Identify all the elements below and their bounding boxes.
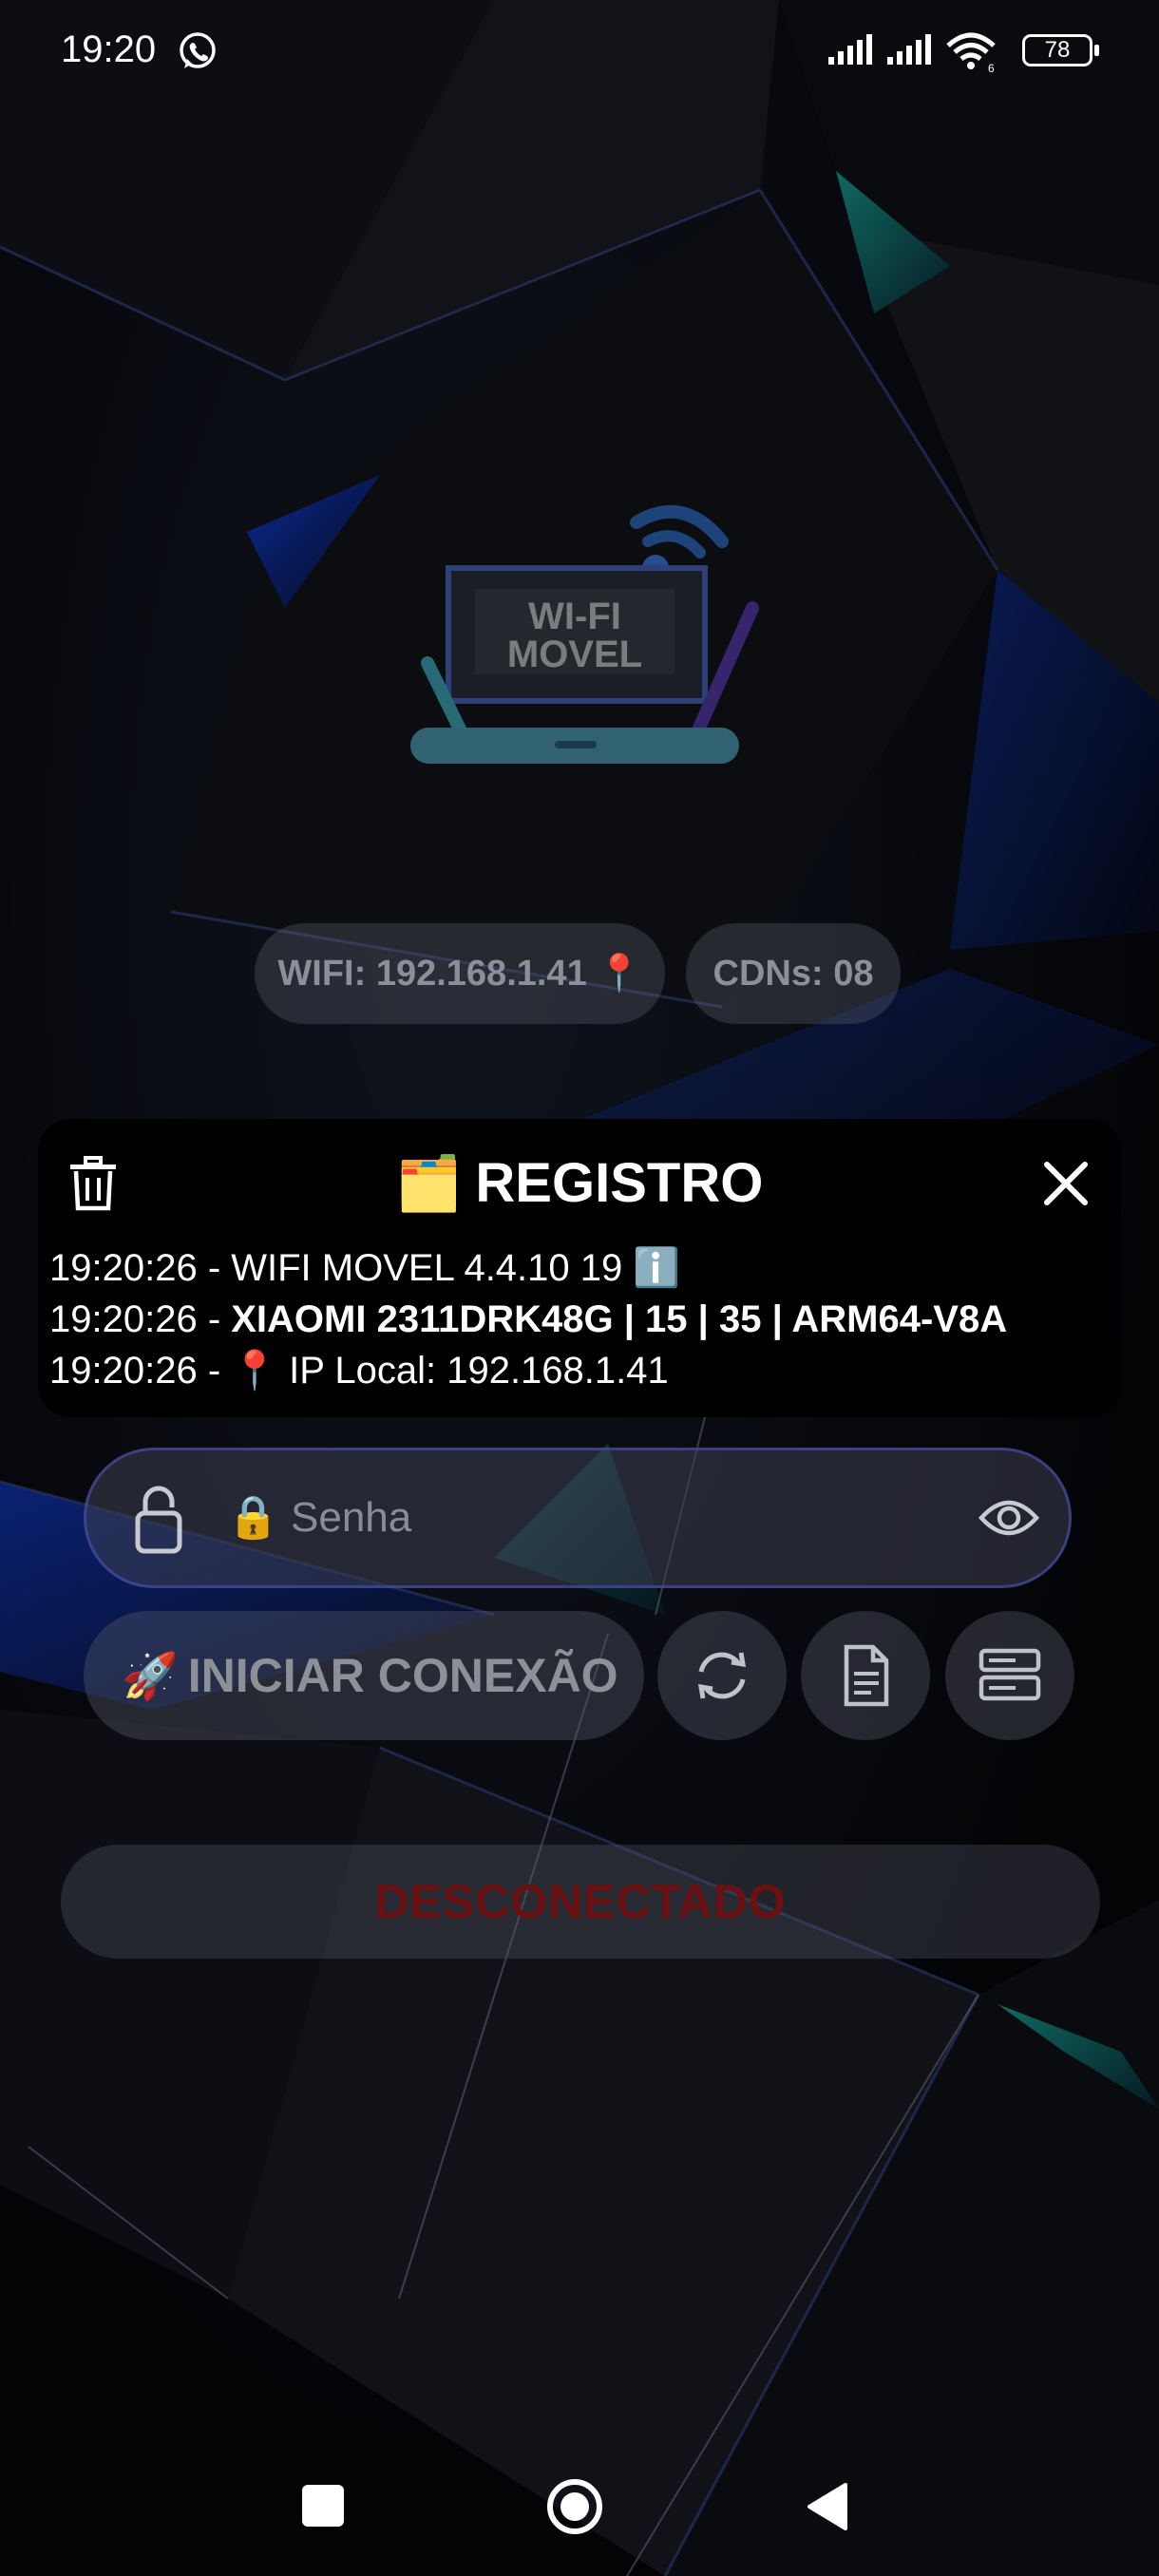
log-list: 19:20:26 - WIFI MOVEL 4.4.10 19 ℹ️ 19:20…	[49, 1242, 1007, 1396]
logo-line2: MOVEL	[507, 634, 642, 675]
password-field[interactable]: 🔒 Senha	[84, 1448, 1072, 1588]
back-button[interactable]	[804, 2481, 849, 2532]
logo-line1: WI-FI	[528, 596, 621, 637]
log-entry: 19:20:26 - 📍 IP Local: 192.168.1.41	[49, 1345, 1007, 1396]
svg-text:6: 6	[988, 62, 995, 74]
connection-status-bar: DESCONECTADO	[61, 1845, 1100, 1959]
start-connection-label: INICIAR CONEXÃO	[187, 1649, 618, 1702]
log-time: 19:20:26 -	[49, 1247, 232, 1289]
rocket-icon: 🚀	[122, 1652, 179, 1702]
signal-icon	[887, 34, 931, 65]
dialog-header: 🗂️ REGISTRO	[38, 1138, 1121, 1229]
signal-icon	[828, 34, 872, 65]
document-icon	[844, 1644, 889, 1707]
wifi-movel-logo: WI-FI MOVEL	[410, 504, 759, 764]
password-placeholder: 🔒 Senha	[227, 1494, 412, 1541]
trash-icon[interactable]	[66, 1155, 120, 1212]
log-time: 19:20:26 -	[49, 1350, 232, 1392]
log-time: 19:20:26 -	[49, 1298, 232, 1340]
navigation-bar	[0, 2451, 1159, 2576]
register-dialog: 🗂️ REGISTRO 19:20:26 - WIFI MOVEL 4.4.10 …	[38, 1119, 1121, 1417]
recents-button[interactable]	[302, 2485, 344, 2527]
cdns-chip[interactable]: CDNs: 08	[686, 923, 901, 1024]
dialog-title: 🗂️ REGISTRO	[38, 1138, 1121, 1229]
lock-icon	[135, 1486, 182, 1554]
log-text: WIFI MOVEL 4.4.10 19 ℹ️	[231, 1247, 681, 1289]
refresh-icon	[697, 1652, 747, 1699]
eye-icon[interactable]	[978, 1487, 1040, 1549]
server-icon	[978, 1648, 1041, 1701]
wifi-icon: 6	[946, 32, 996, 74]
whatsapp-icon	[180, 32, 216, 68]
folder-icon: 🗂️	[395, 1153, 463, 1213]
battery-icon: 78	[1022, 34, 1099, 66]
log-text: 📍 IP Local: 192.168.1.41	[231, 1350, 669, 1392]
wifi-ip-chip[interactable]: WIFI: 192.168.1.41 📍	[255, 923, 665, 1024]
dialog-title-text: REGISTRO	[475, 1152, 764, 1214]
status-time: 19:20	[61, 28, 157, 70]
home-button[interactable]	[545, 2477, 604, 2536]
document-button[interactable]	[801, 1611, 930, 1740]
start-connection-button[interactable]: 🚀 INICIAR CONEXÃO	[84, 1611, 644, 1740]
close-icon[interactable]	[1037, 1155, 1094, 1212]
refresh-button[interactable]	[657, 1611, 787, 1740]
log-entry: 19:20:26 - XIAOMI 2311DRK48G | 15 | 35 |…	[49, 1294, 1007, 1345]
log-entry: 19:20:26 - WIFI MOVEL 4.4.10 19 ℹ️	[49, 1242, 1007, 1294]
log-text: XIAOMI 2311DRK48G | 15 | 35 | ARM64-V8A	[231, 1298, 1008, 1340]
server-button[interactable]	[945, 1611, 1074, 1740]
status-bar: 19:20 6 78	[0, 0, 1159, 104]
